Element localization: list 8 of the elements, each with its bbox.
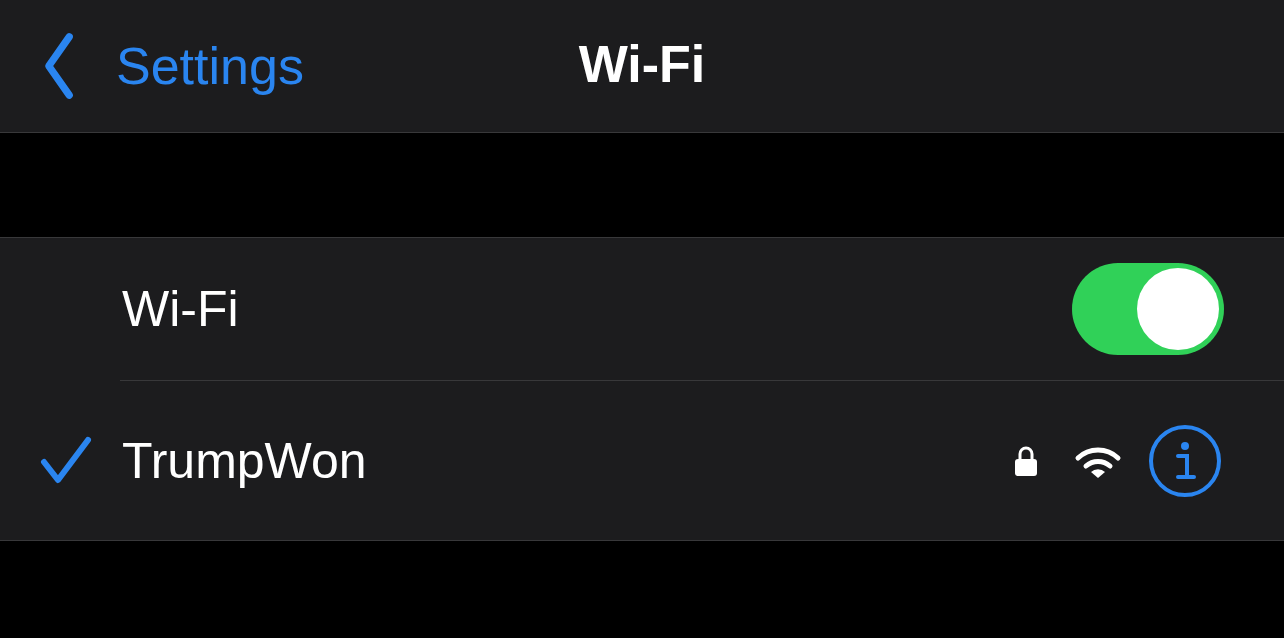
network-name: TrumpWon <box>122 431 368 490</box>
checkmark-icon <box>40 435 92 486</box>
back-button[interactable]: Settings <box>0 31 304 101</box>
network-row[interactable]: TrumpWon <box>0 381 1284 540</box>
screen-title: Wi-Fi <box>578 34 706 94</box>
info-button[interactable] <box>1148 423 1222 498</box>
info-icon <box>1148 423 1222 498</box>
row-label: Wi-Fi <box>122 280 239 338</box>
